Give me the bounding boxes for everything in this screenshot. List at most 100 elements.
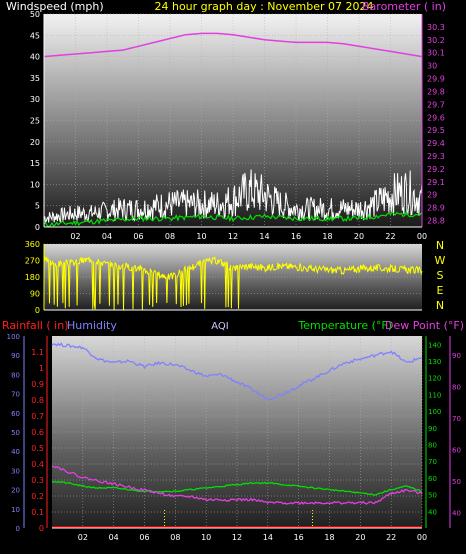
x-tick-label: 00 bbox=[417, 232, 427, 241]
x-tick-label: 14 bbox=[259, 232, 269, 241]
y-humidity-tick: 50 bbox=[11, 429, 20, 437]
y-right-tick: 29.2 bbox=[427, 165, 445, 174]
y-rain-tick: 0.8 bbox=[31, 396, 44, 405]
y-right-tick: 29.7 bbox=[427, 100, 445, 109]
y-dew-tick: 80 bbox=[452, 383, 461, 391]
aqi-label: AQI bbox=[211, 321, 229, 332]
y-rain-tick: 0.3 bbox=[31, 476, 44, 485]
x-tick-label: 10 bbox=[196, 232, 206, 241]
dewpoint-label: Dew Point (°F) bbox=[385, 319, 464, 332]
x-tick-label: 06 bbox=[139, 533, 149, 542]
compass-label: E bbox=[437, 284, 444, 297]
x-tick-label: 04 bbox=[109, 533, 119, 542]
y-right-tick: 30.1 bbox=[427, 49, 445, 58]
x-tick-label: 08 bbox=[170, 533, 180, 542]
x-tick-label: 18 bbox=[324, 533, 334, 542]
x-tick-label: 22 bbox=[386, 533, 396, 542]
x-tick-label: 02 bbox=[70, 232, 80, 241]
y-temp-tick: 40 bbox=[428, 508, 437, 516]
compass-label: S bbox=[437, 269, 444, 282]
y-rain-tick: 0 bbox=[39, 524, 44, 533]
y-right-tick: 29.1 bbox=[427, 178, 445, 187]
y-right-tick: 30 bbox=[427, 62, 437, 71]
y-humidity-tick: 80 bbox=[11, 371, 20, 379]
x-tick-label: 16 bbox=[294, 533, 304, 542]
y-rain-tick: 0.9 bbox=[31, 380, 44, 389]
y-rain-tick: 0.7 bbox=[31, 412, 44, 421]
y-left-tick: 40 bbox=[30, 53, 40, 62]
y-right-tick: 29.8 bbox=[427, 87, 445, 96]
compass-label: W bbox=[435, 254, 446, 267]
y-right-tick: 29.5 bbox=[427, 126, 445, 135]
y-humidity-tick: 20 bbox=[11, 487, 20, 495]
y-right-tick: 29.9 bbox=[427, 75, 445, 84]
y-tick: 180 bbox=[25, 273, 40, 282]
y-temp-tick: 80 bbox=[428, 442, 437, 450]
temperature-label: Temperature (°F) bbox=[297, 319, 392, 332]
chart-title: 24 hour graph day : November 07 2024 bbox=[154, 0, 373, 13]
y-humidity-tick: 10 bbox=[11, 506, 20, 514]
x-tick-label: 20 bbox=[355, 533, 365, 542]
rainfall-label: Rainfall ( in) bbox=[2, 319, 69, 332]
x-tick-label: 00 bbox=[417, 533, 427, 542]
y-left-tick: 50 bbox=[30, 10, 40, 19]
y-dew-tick: 90 bbox=[452, 352, 461, 360]
y-left-tick: 10 bbox=[30, 180, 40, 189]
y-left-tick: 30 bbox=[30, 95, 40, 104]
y-right-tick: 30.3 bbox=[427, 23, 445, 32]
compass-label: N bbox=[436, 239, 444, 252]
y-right-tick: 29.4 bbox=[427, 139, 445, 148]
x-tick-label: 20 bbox=[354, 232, 364, 241]
y-temp-tick: 130 bbox=[428, 358, 441, 366]
y-temp-tick: 140 bbox=[428, 341, 441, 349]
y-left-tick: 0 bbox=[35, 223, 40, 232]
y-humidity-tick: 30 bbox=[11, 467, 20, 475]
x-tick-label: 10 bbox=[201, 533, 211, 542]
y-dew-tick: 60 bbox=[452, 446, 461, 454]
x-tick-label: 12 bbox=[232, 533, 242, 542]
y-left-tick: 5 bbox=[35, 202, 40, 211]
y-humidity-tick: 0 bbox=[16, 525, 20, 533]
y-rain-tick: 1.1 bbox=[31, 348, 44, 357]
y-right-tick: 29.6 bbox=[427, 113, 445, 122]
x-tick-label: 14 bbox=[263, 533, 273, 542]
right-axis-label: Barometer ( in) bbox=[362, 0, 446, 13]
weather-24h-graph: Windspeed (mph) 24 hour graph day : Nove… bbox=[2, 0, 464, 542]
y-left-tick: 20 bbox=[30, 138, 40, 147]
y-rain-tick: 0.1 bbox=[31, 508, 44, 517]
y-left-tick: 35 bbox=[30, 74, 40, 83]
y-dew-tick: 50 bbox=[452, 478, 461, 486]
y-tick: 0 bbox=[35, 306, 40, 315]
weather-graph-page: Windspeed (mph) 24 hour graph day : Nove… bbox=[0, 0, 466, 554]
y-tick: 270 bbox=[25, 257, 40, 266]
y-rain-tick: 0.2 bbox=[31, 492, 44, 501]
x-tick-label: 16 bbox=[291, 232, 301, 241]
y-temp-tick: 50 bbox=[428, 492, 437, 500]
x-tick-label: 12 bbox=[228, 232, 238, 241]
x-tick-label: 22 bbox=[385, 232, 395, 241]
y-left-tick: 25 bbox=[30, 117, 40, 126]
y-temp-tick: 60 bbox=[428, 475, 437, 483]
x-tick-label: 08 bbox=[165, 232, 175, 241]
y-humidity-tick: 90 bbox=[11, 352, 20, 360]
y-right-tick: 30.2 bbox=[427, 36, 445, 45]
y-dew-tick: 40 bbox=[452, 509, 461, 517]
y-rain-tick: 1 bbox=[39, 364, 44, 373]
compass-label: N bbox=[436, 299, 444, 312]
y-right-tick: 28.9 bbox=[427, 204, 445, 213]
y-right-tick: 29.3 bbox=[427, 152, 445, 161]
y-temp-tick: 110 bbox=[428, 391, 441, 399]
y-rain-tick: 0.4 bbox=[31, 460, 44, 469]
y-rain-tick: 0.6 bbox=[31, 428, 44, 437]
y-temp-tick: 90 bbox=[428, 425, 437, 433]
humidity-label: Humidity bbox=[67, 319, 117, 332]
y-temp-tick: 120 bbox=[428, 375, 441, 383]
y-right-tick: 28.8 bbox=[427, 217, 445, 226]
y-temp-tick: 70 bbox=[428, 458, 437, 466]
x-tick-label: 18 bbox=[322, 232, 332, 241]
y-humidity-tick: 60 bbox=[11, 410, 20, 418]
y-tick: 90 bbox=[30, 290, 40, 299]
x-tick-label: 04 bbox=[102, 232, 112, 241]
y-right-tick: 29 bbox=[427, 191, 437, 200]
y-tick: 360 bbox=[25, 240, 40, 249]
